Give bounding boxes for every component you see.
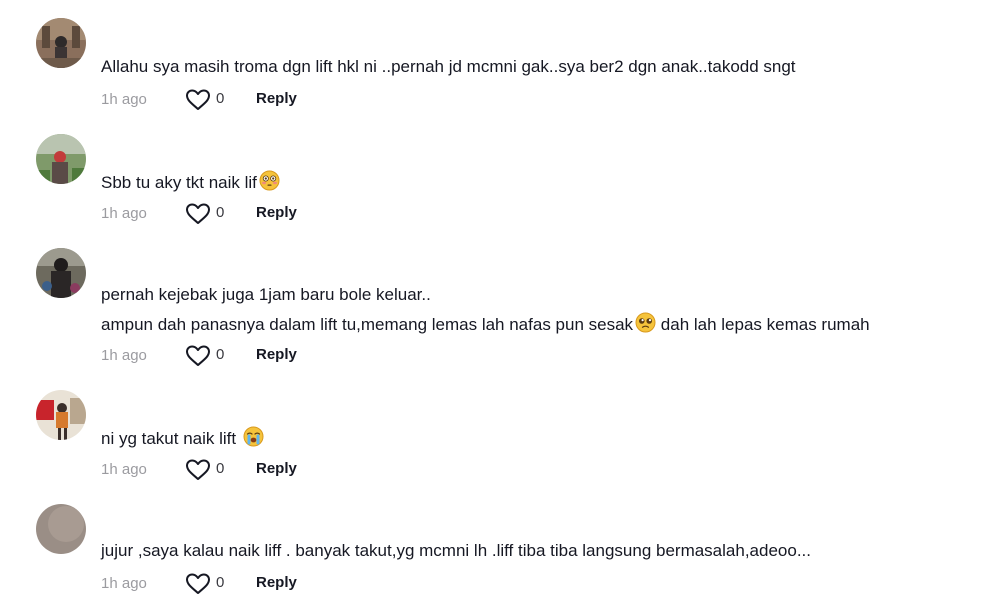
comment-time: 1h ago	[101, 91, 147, 108]
like-button[interactable]	[185, 459, 211, 481]
like-button[interactable]	[185, 203, 211, 225]
reply-button[interactable]: Reply	[256, 346, 297, 363]
comment-time: 1h ago	[101, 347, 147, 364]
reply-button[interactable]: Reply	[256, 574, 297, 591]
comment-text: jujur ,saya kalau naik liff . banyak tak…	[101, 541, 811, 560]
heart-icon	[186, 345, 210, 366]
heart-icon	[186, 573, 210, 594]
comment-actions: 1h ago 0 Reply	[101, 573, 401, 595]
like-count: 0	[216, 346, 225, 363]
avatar[interactable]	[36, 134, 86, 184]
like-count: 0	[216, 90, 225, 107]
comment-actions: 1h ago 0 Reply	[101, 345, 401, 367]
heart-icon	[186, 203, 210, 224]
comment-text: ampun dah panasnya dalam lift tu,memang …	[101, 312, 870, 339]
crying-face-icon	[243, 426, 264, 453]
like-count: 0	[216, 460, 225, 477]
like-count: 0	[216, 574, 225, 591]
pleading-face-icon	[635, 312, 656, 339]
heart-icon	[186, 89, 210, 110]
comment-text: Sbb tu aky tkt naik lif	[101, 170, 280, 197]
avatar[interactable]	[36, 248, 86, 298]
reply-button[interactable]: Reply	[256, 90, 297, 107]
comment-time: 1h ago	[101, 575, 147, 592]
comment-actions: 1h ago 0 Reply	[101, 89, 401, 111]
comment-text: ni yg takut naik lift	[101, 426, 264, 453]
comment-time: 1h ago	[101, 205, 147, 222]
reply-button[interactable]: Reply	[256, 204, 297, 221]
avatar[interactable]	[36, 390, 86, 440]
like-button[interactable]	[185, 89, 211, 111]
flushed-face-icon	[259, 170, 280, 197]
comment-text: Allahu sya masih troma dgn lift hkl ni .…	[101, 57, 796, 76]
like-button[interactable]	[185, 345, 211, 367]
comment-actions: 1h ago 0 Reply	[101, 203, 401, 225]
like-button[interactable]	[185, 573, 211, 595]
comment-actions: 1h ago 0 Reply	[101, 459, 401, 481]
comment-text: pernah kejebak juga 1jam baru bole kelua…	[101, 285, 431, 304]
reply-button[interactable]: Reply	[256, 460, 297, 477]
avatar[interactable]	[36, 504, 86, 554]
comment-time: 1h ago	[101, 461, 147, 478]
heart-icon	[186, 459, 210, 480]
like-count: 0	[216, 204, 225, 221]
avatar[interactable]	[36, 18, 86, 68]
